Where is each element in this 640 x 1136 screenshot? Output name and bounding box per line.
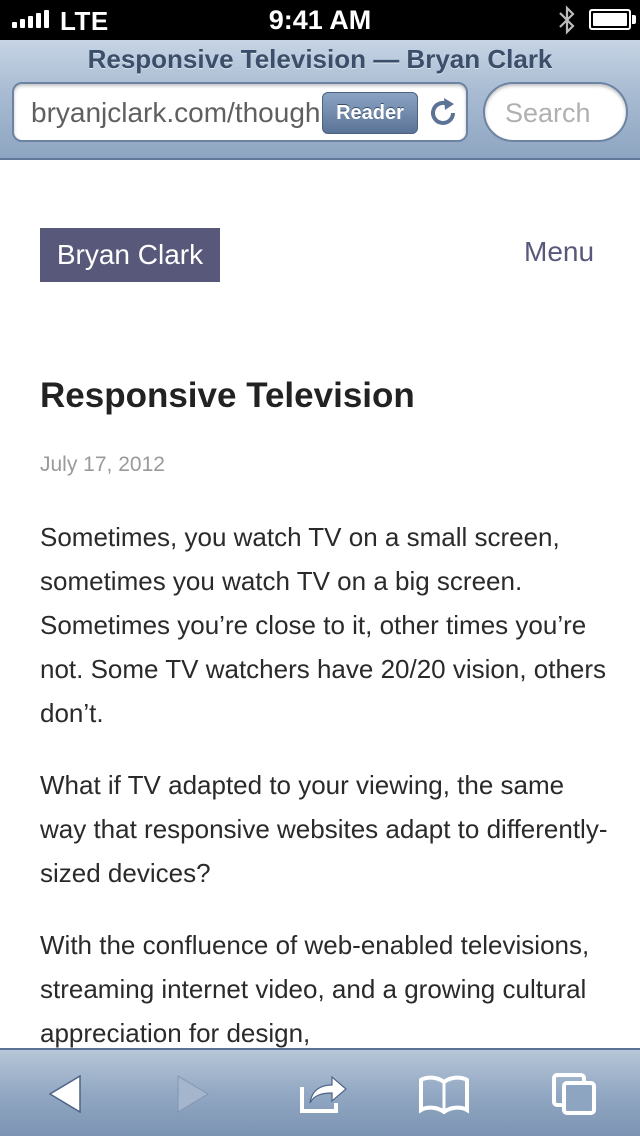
article-date: July 17, 2012 bbox=[40, 453, 165, 476]
address-bar[interactable]: bryanjclark.com/thoughts/responsive-tele… bbox=[12, 82, 468, 142]
article-body: Sometimes, you watch TV on a small scree… bbox=[40, 515, 608, 1050]
search-placeholder: Search bbox=[505, 98, 591, 128]
status-time: 9:41 AM bbox=[268, 5, 372, 35]
battery-tip bbox=[632, 15, 636, 24]
share-button[interactable] bbox=[284, 1050, 364, 1136]
status-bar: LTE 9:41 AM bbox=[0, 0, 640, 40]
url-text[interactable]: bryanjclark.com/thoughts/responsive-tele… bbox=[31, 97, 321, 129]
bluetooth-icon bbox=[559, 5, 575, 35]
forward-icon bbox=[177, 1075, 209, 1113]
menu-link[interactable]: Menu bbox=[524, 236, 594, 268]
article-paragraph: With the confluence of web-enabled telev… bbox=[40, 930, 590, 1048]
tabs-button[interactable] bbox=[534, 1050, 614, 1136]
page-title: Responsive Television — Bryan Clark bbox=[87, 44, 553, 74]
search-field[interactable]: Search bbox=[483, 82, 628, 142]
battery-level-fill bbox=[593, 13, 627, 26]
battery-icon bbox=[589, 9, 631, 30]
tabs-icon bbox=[552, 1073, 596, 1115]
article-title: Responsive Television bbox=[40, 376, 415, 415]
bookmarks-button[interactable] bbox=[404, 1050, 484, 1136]
browser-header: Responsive Television — Bryan Clark brya… bbox=[0, 40, 640, 160]
article-paragraph: What if TV adapted to your viewing, the … bbox=[40, 770, 608, 888]
bottom-toolbar bbox=[0, 1048, 640, 1136]
reader-button[interactable]: Reader bbox=[322, 92, 418, 134]
bookmarks-icon bbox=[419, 1075, 469, 1114]
back-button[interactable] bbox=[30, 1050, 100, 1136]
forward-button[interactable] bbox=[158, 1050, 228, 1136]
reload-icon[interactable] bbox=[426, 96, 460, 130]
back-icon bbox=[48, 1075, 81, 1113]
share-icon bbox=[300, 1075, 347, 1113]
site-logo[interactable]: Bryan Clark bbox=[40, 228, 220, 282]
article-paragraph: Sometimes, you watch TV on a small scree… bbox=[40, 522, 607, 728]
